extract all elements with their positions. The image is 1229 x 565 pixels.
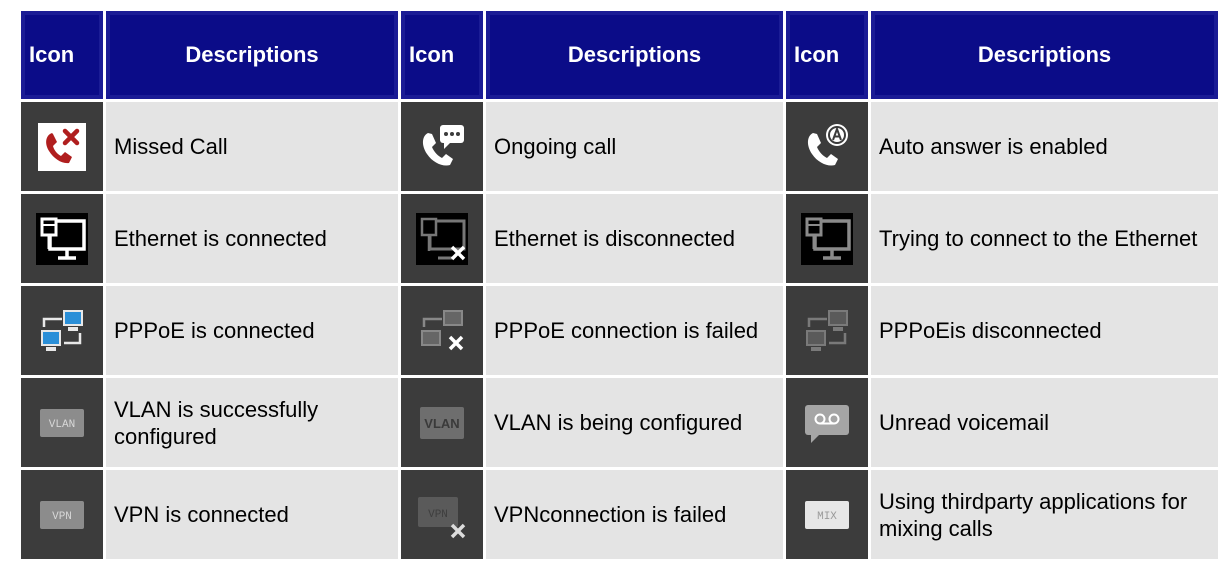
description-cell: PPPoE connection is failed (483, 283, 786, 378)
table-row: VLAN VLAN is successfully configured VLA… (18, 375, 1221, 470)
auto-answer-icon (799, 119, 855, 175)
pppoe-disconnected-icon (799, 303, 855, 359)
description-cell: Unread voicemail (868, 375, 1221, 470)
description-cell: Ethernet is connected (103, 191, 401, 286)
unread-voicemail-icon (799, 395, 855, 451)
vpn-icon-text: VPN (52, 511, 72, 523)
description-cell: Missed Call (103, 99, 401, 194)
icon-cell (18, 283, 106, 378)
icon-cell (18, 99, 106, 194)
description-column-header: Descriptions (868, 8, 1221, 102)
icon-cell (398, 283, 486, 378)
mix-calls-icon: MIX (799, 487, 855, 543)
vlan-configuring-icon: VLAN (414, 395, 470, 451)
icon-cell: MIX (783, 467, 871, 562)
vlan-icon-text: VLAN (424, 416, 459, 431)
missed-call-icon (34, 119, 90, 175)
vpn-failed-icon: VPN (414, 487, 470, 543)
icon-cell (783, 191, 871, 286)
description-cell: VPNconnection is failed (483, 467, 786, 562)
pppoe-connected-icon (34, 303, 90, 359)
vpn-icon-text: VPN (428, 509, 448, 521)
icon-cell (783, 99, 871, 194)
status-icon-table: Icon Descriptions Icon Descriptions Icon… (18, 8, 1221, 562)
icon-cell: VPN (18, 467, 106, 562)
description-cell: Auto answer is enabled (868, 99, 1221, 194)
table-row: PPPoE is connected PPPoE connection is f… (18, 283, 1221, 378)
ethernet-connected-icon (34, 211, 90, 267)
description-cell: Ongoing call (483, 99, 786, 194)
ethernet-disconnected-icon (414, 211, 470, 267)
description-cell: VLAN is successfully configured (103, 375, 401, 470)
table-header-row: Icon Descriptions Icon Descriptions Icon… (18, 8, 1221, 102)
vpn-connected-icon: VPN (34, 487, 90, 543)
icon-cell (783, 283, 871, 378)
icon-cell: VLAN (18, 375, 106, 470)
description-cell: Trying to connect to the Ethernet (868, 191, 1221, 286)
description-column-header: Descriptions (483, 8, 786, 102)
description-cell: PPPoE is connected (103, 283, 401, 378)
vlan-icon-text: VLAN (49, 419, 75, 431)
icon-column-header: Icon (398, 8, 486, 102)
ongoing-call-icon (414, 119, 470, 175)
icon-column-header: Icon (18, 8, 106, 102)
description-cell: VPN is connected (103, 467, 401, 562)
description-cell: PPPoEis disconnected (868, 283, 1221, 378)
status-icon-table-container: Icon Descriptions Icon Descriptions Icon… (18, 8, 1221, 562)
description-cell: VLAN is being configured (483, 375, 786, 470)
icon-cell (398, 99, 486, 194)
icon-cell (398, 191, 486, 286)
ethernet-connecting-icon (799, 211, 855, 267)
icon-cell: VPN (398, 467, 486, 562)
table-row: Missed Call Ongoing call Auto answer is … (18, 99, 1221, 194)
icon-cell (18, 191, 106, 286)
mix-icon-text: MIX (817, 511, 837, 523)
pppoe-failed-icon (414, 303, 470, 359)
description-column-header: Descriptions (103, 8, 401, 102)
description-cell: Using thirdparty applications for mixing… (868, 467, 1221, 562)
vlan-configured-icon: VLAN (34, 395, 90, 451)
icon-cell (783, 375, 871, 470)
table-row: VPN VPN is connected VPN VPNconnection i… (18, 467, 1221, 562)
table-row: Ethernet is connected Ethernet is discon… (18, 191, 1221, 286)
description-cell: Ethernet is disconnected (483, 191, 786, 286)
icon-cell: VLAN (398, 375, 486, 470)
icon-column-header: Icon (783, 8, 871, 102)
